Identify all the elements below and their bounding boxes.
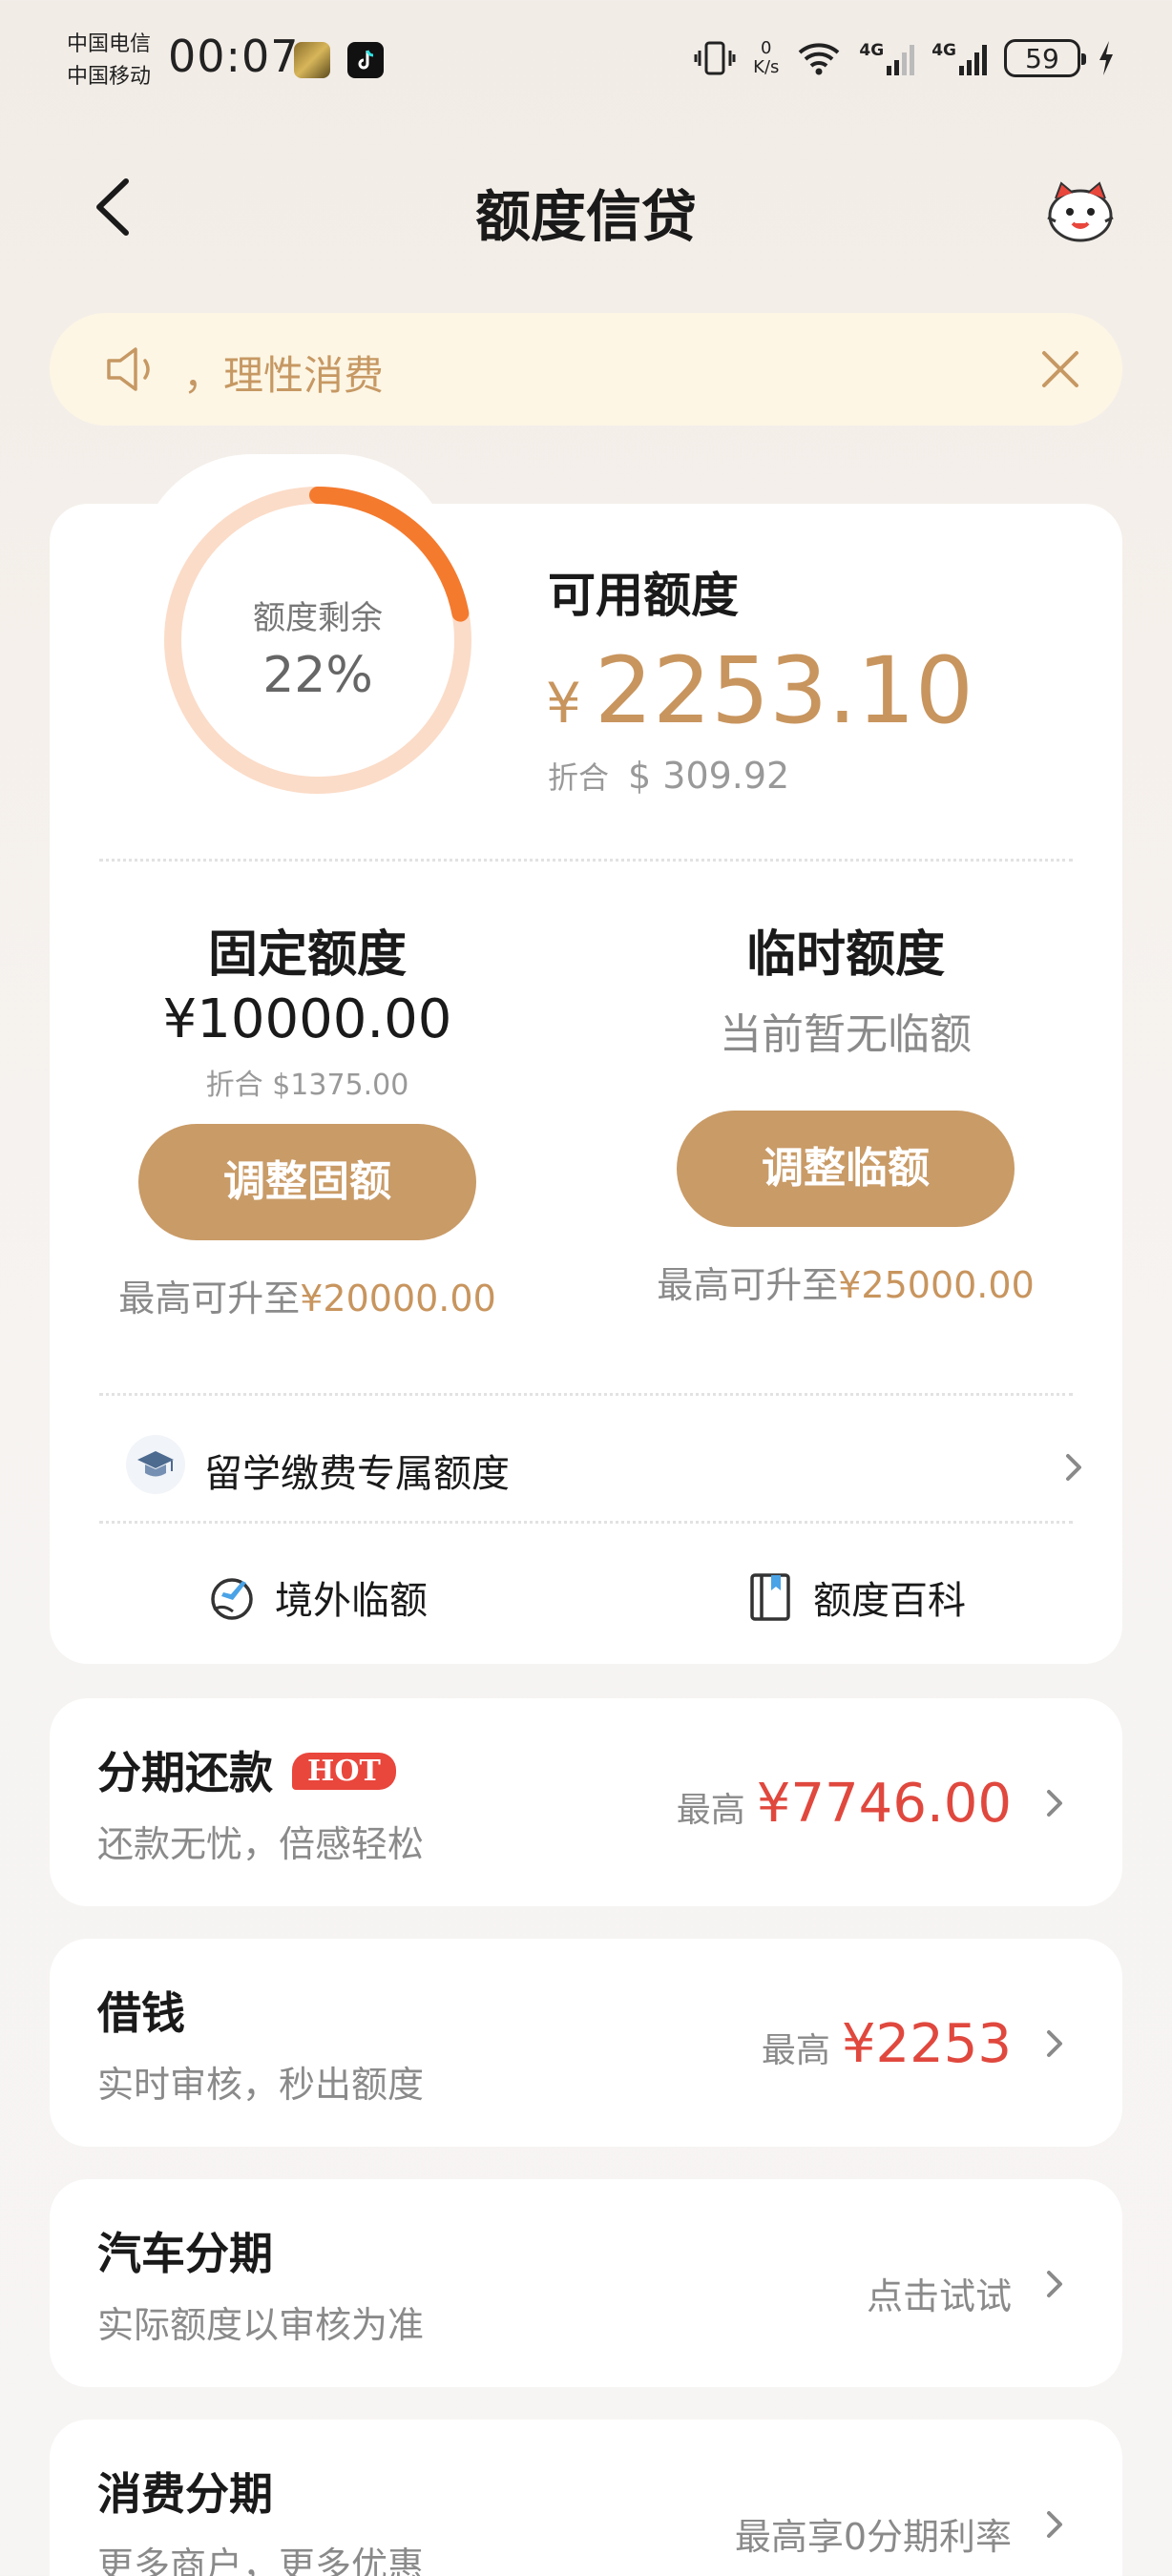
carrier-1: 中国电信	[67, 32, 152, 56]
product-card-consumer-installment[interactable]: 消费分期 更多商户，更多优惠 最高享0分期利率	[50, 2420, 1122, 2576]
overseas-temp-quota-link[interactable]: 境外临额	[206, 1568, 428, 1626]
product-subtitle: 实际额度以审核为准	[97, 2304, 425, 2346]
ring-label: 额度剩余	[253, 599, 383, 637]
close-icon[interactable]	[1036, 345, 1084, 393]
charging-icon	[1099, 41, 1113, 75]
notice-banner: ，理性消费	[50, 313, 1122, 426]
available-label: 可用额度	[548, 568, 739, 623]
chevron-right-icon	[1066, 1454, 1081, 1481]
chevron-right-icon	[1047, 2030, 1062, 2057]
currency-symbol: ¥	[546, 671, 581, 736]
available-usd: 折合 $ 309.92	[548, 754, 789, 798]
product-title: 分期还款 HOT	[97, 1738, 396, 1801]
carrier-info: 中国电信 中国移动	[67, 29, 151, 93]
adjust-temporary-button[interactable]: 调整临额	[677, 1111, 1015, 1227]
product-hint: 点击试试	[866, 2275, 1012, 2317]
ring-value: 22%	[262, 647, 373, 704]
overseas-temp-quota-label: 境外临额	[275, 1579, 428, 1623]
divider	[99, 1521, 1073, 1524]
tiktok-icon	[347, 42, 384, 78]
adjust-fixed-button[interactable]: 调整固额	[138, 1124, 476, 1240]
product-title: 借钱	[97, 1987, 185, 2039]
chevron-right-icon	[1047, 2271, 1062, 2297]
graduation-cap-icon	[126, 1435, 185, 1494]
remaining-ring	[164, 487, 471, 794]
chevron-right-icon	[1047, 1790, 1062, 1817]
game-app-icon	[294, 42, 330, 78]
divider	[99, 859, 1073, 862]
temporary-quota-cap: 最高可升至¥25000.00	[657, 1264, 1035, 1306]
signal-2: 4G	[931, 41, 987, 75]
page-title: 额度信贷	[474, 184, 697, 249]
usd-amount: $ 309.92	[628, 755, 790, 797]
fixed-quota-title: 固定额度	[207, 926, 407, 984]
temporary-quota-title: 临时额度	[745, 926, 945, 984]
product-value: 最高 ¥7746.00	[676, 1773, 1012, 1835]
usd-label: 折合	[548, 759, 610, 796]
quota-wiki-link[interactable]: 额度百科	[744, 1568, 966, 1626]
product-subtitle: 更多商户，更多优惠	[97, 2545, 425, 2576]
plane-globe-icon	[211, 1578, 253, 1620]
study-abroad-label: 留学缴费专属额度	[204, 1452, 510, 1496]
available-amount-value: 2253.10	[594, 637, 973, 744]
temporary-quota-section: 临时额度 当前暂无临额 调整临额 最高可升至¥25000.00	[607, 914, 1084, 1308]
study-abroad-quota-row[interactable]: 留学缴费专属额度	[126, 1429, 1081, 1506]
divider	[99, 1393, 1073, 1396]
fixed-quota-cap: 最高可升至¥20000.00	[118, 1278, 496, 1319]
network-speed: 0 K/s	[753, 38, 780, 77]
product-card-installment-repay[interactable]: 分期还款 HOT 还款无忧，倍感轻松 最高 ¥7746.00	[50, 1698, 1122, 1906]
product-subtitle: 实时审核，秒出额度	[97, 2064, 425, 2106]
fixed-quota-usd: 折合 $1375.00	[205, 1069, 409, 1102]
product-subtitle: 还款无忧，倍感轻松	[97, 1823, 425, 1865]
quota-card: 额度剩余 22% 可用额度 ¥ 2253.10 折合 $ 309.92 固定额度 …	[50, 454, 1122, 1664]
temporary-quota-none: 当前暂无临额	[720, 1010, 972, 1059]
battery-indicator: 59	[1004, 39, 1086, 77]
fixed-quota-amount: ¥10000.00	[162, 988, 452, 1050]
signal-1: 4G	[859, 41, 915, 75]
hot-badge: HOT	[292, 1753, 396, 1790]
book-icon	[750, 1573, 790, 1621]
mascot-icon[interactable]	[1042, 172, 1119, 248]
carrier-2: 中国移动	[67, 65, 152, 89]
wifi-icon	[799, 43, 840, 75]
quota-wiki-label: 额度百科	[813, 1579, 966, 1623]
available-amount: ¥ 2253.10	[546, 637, 973, 744]
speaker-icon	[107, 347, 150, 391]
product-card-car-installment[interactable]: 汽车分期 实际额度以审核为准 点击试试	[50, 2179, 1122, 2387]
chevron-right-icon	[1047, 2511, 1062, 2538]
product-title: 汽车分期	[97, 2228, 273, 2279]
product-hint: 最高享0分期利率	[734, 2516, 1012, 2558]
status-icons: 0 K/s 4G 4G 59	[694, 34, 1115, 82]
vibrate-icon	[694, 41, 736, 75]
product-title: 消费分期	[97, 2468, 273, 2520]
notice-text: ，理性消费	[183, 352, 385, 399]
status-bar: 中国电信 中国移动 00:07 0 K/s 4G 4G 59	[0, 0, 1172, 114]
fixed-quota-section: 固定额度 ¥10000.00 折合 $1375.00 调整固额 最高可升至¥20…	[69, 914, 546, 1321]
status-time: 00:07	[168, 31, 300, 82]
page-header: 额度信贷	[0, 143, 1172, 267]
product-value: 最高 ¥2253	[761, 2013, 1012, 2075]
product-card-borrow[interactable]: 借钱 实时审核，秒出额度 最高 ¥2253	[50, 1939, 1122, 2147]
